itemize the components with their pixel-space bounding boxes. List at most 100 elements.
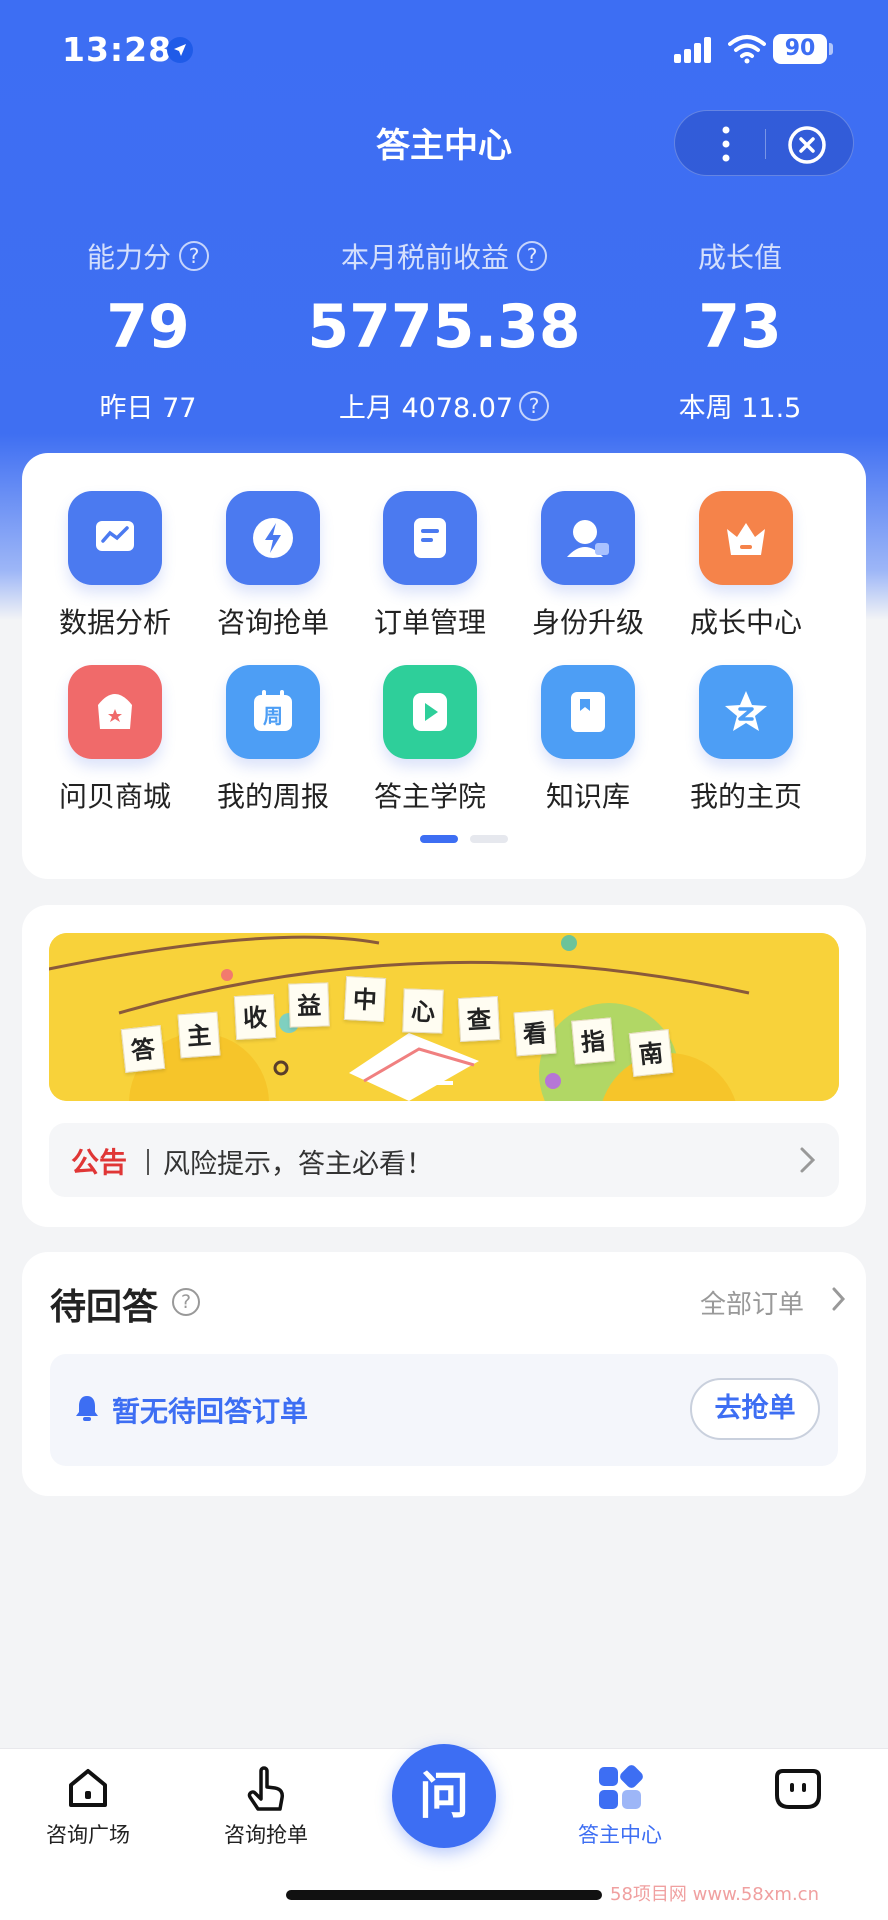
notice-tag: 公告 bbox=[71, 1146, 128, 1179]
stat-value: 5775.38 bbox=[307, 292, 581, 362]
battery-indicator: 90 bbox=[773, 34, 827, 64]
menu-item[interactable]: 订单管理 bbox=[355, 491, 505, 641]
banner-illustration bbox=[49, 933, 839, 1101]
empty-state: 暂无待回答订单 去抢单 bbox=[50, 1354, 838, 1466]
earnings-guide-banner[interactable]: 答主收益中心查看指南 bbox=[49, 933, 839, 1101]
status-bar: 13:28 90 bbox=[0, 0, 888, 100]
banner-letter-card: 指 bbox=[571, 1017, 615, 1065]
location-arrow-icon bbox=[167, 37, 193, 63]
menu-item[interactable]: 数据分析 bbox=[40, 491, 190, 641]
tab-grab-orders[interactable]: 咨询抢单 bbox=[186, 1763, 346, 1849]
stat-label: 本月税前收益? bbox=[296, 236, 592, 276]
crown-icon bbox=[699, 491, 793, 585]
page-dot bbox=[470, 835, 508, 843]
stat-monthly-income[interactable]: 本月税前收益? 5775.38 上月 4078.07? bbox=[296, 236, 592, 425]
tab-label: 咨询抢单 bbox=[224, 1823, 308, 1847]
menu-item-label: 答主学院 bbox=[373, 780, 486, 813]
menu-item[interactable]: 身份升级 bbox=[513, 491, 663, 641]
empty-state-text: 暂无待回答订单 bbox=[112, 1395, 309, 1428]
menu-item[interactable]: 我的主页 bbox=[671, 665, 821, 815]
help-icon[interactable]: ? bbox=[172, 1288, 200, 1316]
watermark: 58项目网 www.58xm.cn bbox=[610, 1884, 819, 1905]
bell-icon bbox=[76, 1396, 98, 1421]
stat-sub: 昨日 77 bbox=[99, 393, 197, 424]
document-icon bbox=[383, 491, 477, 585]
svg-text:周: 周 bbox=[263, 704, 283, 728]
page-dot-active bbox=[420, 835, 458, 843]
banner-letter-card: 查 bbox=[457, 995, 501, 1043]
menu-item-label: 知识库 bbox=[545, 780, 630, 813]
chevron-right-icon[interactable] bbox=[830, 1286, 848, 1312]
menu-item-label: 咨询抢单 bbox=[216, 606, 329, 639]
stat-label: 能力分? bbox=[0, 236, 296, 276]
shop-icon bbox=[68, 665, 162, 759]
menu-item-label: 我的主页 bbox=[689, 780, 802, 813]
help-icon[interactable]: ? bbox=[519, 390, 550, 421]
banner-letter-card: 答 bbox=[120, 1025, 166, 1073]
banner-card: 答主收益中心查看指南 公告 风险提示，答主必看！ bbox=[22, 905, 866, 1227]
menu-item[interactable]: 问贝商城 bbox=[40, 665, 190, 815]
banner-letter-card: 看 bbox=[513, 1009, 557, 1057]
menu-item[interactable]: 周我的周报 bbox=[198, 665, 348, 815]
tab-consult-square[interactable]: 咨询广场 bbox=[8, 1763, 168, 1849]
wifi-icon bbox=[728, 35, 766, 64]
star-icon bbox=[699, 665, 793, 759]
status-time: 13:28 bbox=[62, 30, 173, 69]
menu-item[interactable]: 成长中心 bbox=[671, 491, 821, 641]
battery-tip bbox=[829, 43, 833, 55]
calendar-icon: 周 bbox=[226, 665, 320, 759]
stat-growth-value[interactable]: 成长值 73 本周 11.5 bbox=[592, 236, 888, 425]
mini-program-capsule bbox=[674, 110, 854, 176]
banner-letter-card: 南 bbox=[628, 1029, 674, 1077]
help-icon[interactable]: ? bbox=[517, 241, 547, 271]
stat-value: 73 bbox=[698, 292, 782, 362]
notice-bar[interactable]: 公告 风险提示，答主必看！ bbox=[49, 1123, 839, 1197]
menu-item[interactable]: 知识库 bbox=[513, 665, 663, 815]
pending-answers-card: 待回答 ? 全部订单 暂无待回答订单 去抢单 bbox=[22, 1252, 866, 1496]
section-title: 待回答 bbox=[50, 1287, 159, 1328]
banner-letter-card: 收 bbox=[233, 993, 277, 1041]
menu-item-label: 问贝商城 bbox=[58, 780, 171, 813]
menu-item-label: 订单管理 bbox=[373, 606, 486, 639]
stat-ability-score[interactable]: 能力分? 79 昨日 77 bbox=[0, 236, 296, 425]
tab-label: 咨询广场 bbox=[46, 1823, 130, 1847]
menu-item-label: 数据分析 bbox=[58, 606, 171, 639]
notice-separator bbox=[147, 1149, 149, 1175]
chart-icon bbox=[68, 491, 162, 585]
banner-letter-card: 心 bbox=[402, 988, 444, 1034]
ask-center-button[interactable]: 问 bbox=[392, 1744, 496, 1848]
tap-icon bbox=[247, 1766, 284, 1811]
feature-menu-card: 数据分析 咨询抢单 订单管理 身份升级 成长中心 问贝商城周我的周报 答主学院 知识库 我的主页 bbox=[22, 453, 866, 879]
play-icon bbox=[383, 665, 477, 759]
signal-icon bbox=[674, 37, 711, 63]
stat-label: 成长值 bbox=[697, 241, 782, 274]
menu-item[interactable]: 答主学院 bbox=[355, 665, 505, 815]
menu-item[interactable]: 咨询抢单 bbox=[198, 491, 348, 641]
menu-item-label: 我的周报 bbox=[216, 780, 329, 813]
stat-value: 79 bbox=[106, 292, 190, 362]
user-upgrade-icon bbox=[541, 491, 635, 585]
book-icon bbox=[541, 665, 635, 759]
chevron-right-icon bbox=[800, 1147, 816, 1173]
capsule-divider bbox=[765, 129, 766, 159]
menu-item-label: 身份升级 bbox=[531, 606, 644, 639]
stat-sub: 上月 4078.07? bbox=[296, 386, 592, 425]
grab-order-button[interactable]: 去抢单 bbox=[690, 1378, 820, 1440]
notice-text: 风险提示，答主必看！ bbox=[163, 1149, 433, 1180]
grid-icon bbox=[599, 1765, 643, 1809]
help-icon[interactable]: ? bbox=[179, 241, 209, 271]
tab-label: 答主中心 bbox=[578, 1823, 662, 1847]
more-icon[interactable] bbox=[719, 124, 733, 164]
all-orders-link[interactable]: 全部订单 bbox=[700, 1284, 804, 1321]
lightning-icon bbox=[226, 491, 320, 585]
stat-sub: 本周 11.5 bbox=[678, 393, 802, 424]
banner-letter-card: 益 bbox=[288, 982, 330, 1028]
face-icon bbox=[775, 1769, 821, 1809]
banner-letter-card: 主 bbox=[177, 1011, 221, 1059]
menu-item-label: 成长中心 bbox=[689, 606, 802, 639]
tab-profile[interactable] bbox=[718, 1763, 878, 1813]
close-icon[interactable] bbox=[787, 125, 827, 165]
tab-answerer-center[interactable]: 答主中心 bbox=[540, 1763, 700, 1849]
home-indicator bbox=[286, 1890, 602, 1900]
banner-letter-card: 中 bbox=[343, 975, 387, 1023]
